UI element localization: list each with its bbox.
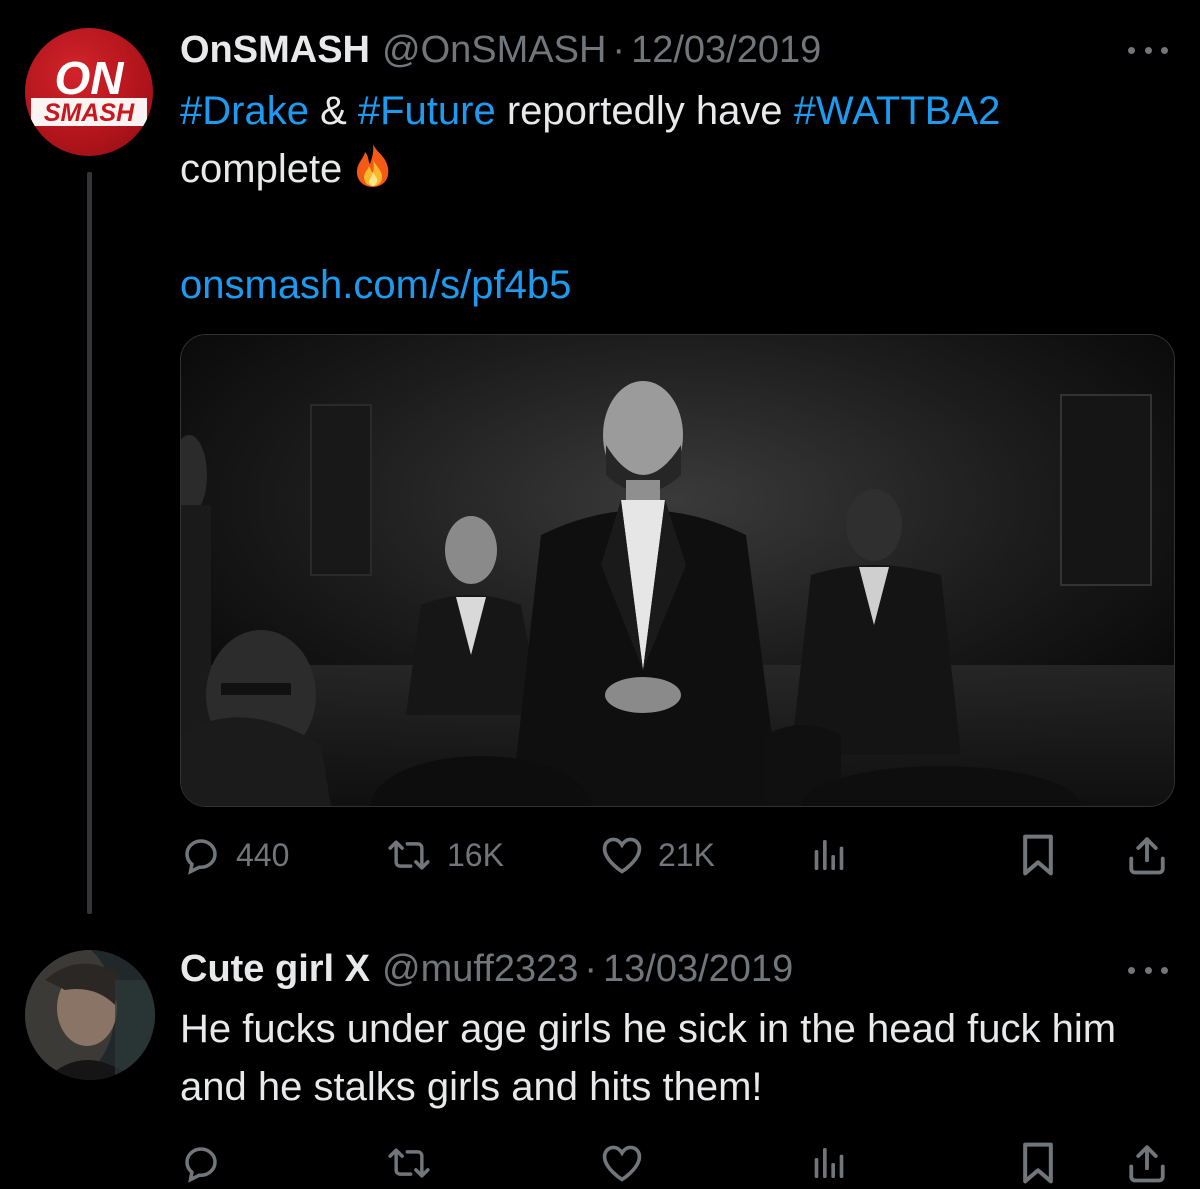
tweet-media-image[interactable] [180, 334, 1175, 807]
views-button[interactable] [808, 830, 848, 880]
reply-separator-dot: · [584, 947, 598, 990]
tweet-text: #Drake & #Future reportedly have #WATTBA… [180, 82, 1170, 204]
reply-bookmark-button[interactable] [1018, 1138, 1058, 1188]
views-icon [814, 1148, 844, 1178]
reply-button[interactable]: 440 [180, 830, 289, 880]
hashtag-future[interactable]: #Future [358, 89, 496, 133]
reply-action-bar [180, 1138, 1170, 1188]
tweet-date[interactable]: 12/03/2019 [631, 29, 821, 72]
thread-connector-line [87, 172, 92, 914]
like-button[interactable]: 21K [600, 830, 715, 880]
reply-icon [185, 839, 217, 875]
fire-emoji [352, 142, 394, 204]
reply-author-handle[interactable]: @muff2323 [382, 948, 578, 991]
retweet-icon [388, 1148, 430, 1178]
reply-author-name[interactable]: Cute girl X [180, 948, 370, 991]
tweet-header: OnSMASH @OnSMASH · 12/03/2019 [180, 25, 821, 75]
text-amp: & [308, 89, 358, 133]
avatar-logo-bottom: SMASH [44, 99, 135, 127]
separator-dot: · [612, 28, 626, 71]
reply-icon [185, 1147, 217, 1183]
share-icon [1129, 837, 1165, 875]
reply-reply-button[interactable] [180, 1138, 222, 1188]
bookmark-icon [1023, 834, 1053, 876]
reply-retweet-button[interactable] [385, 1138, 433, 1188]
like-icon [602, 1145, 642, 1182]
avatar-reply-author[interactable] [25, 950, 155, 1080]
like-icon [602, 837, 642, 874]
reply-like-button[interactable] [600, 1138, 644, 1188]
share-button[interactable] [1126, 830, 1168, 880]
avatar-onsmash[interactable]: ON SMASH [25, 28, 153, 156]
like-count: 21K [658, 836, 715, 873]
reply-text: He fucks under age girls he sick in the … [180, 1007, 1117, 1109]
author-name[interactable]: OnSMASH [180, 29, 370, 72]
hashtag-wattba2[interactable]: #WATTBA2 [794, 89, 1001, 133]
text-mid: reportedly have [495, 89, 794, 133]
share-icon [1129, 1145, 1165, 1183]
retweet-count: 16K [447, 836, 504, 873]
bookmark-button[interactable] [1018, 830, 1058, 880]
retweet-icon [388, 840, 430, 870]
tweet-link[interactable]: onsmash.com/s/pf4b5 [180, 256, 571, 314]
tweet-action-bar: 440 16K 21K [180, 830, 1170, 880]
more-icon[interactable] [1128, 44, 1168, 56]
reply-more-icon[interactable] [1128, 964, 1168, 976]
reply-count: 440 [236, 836, 290, 873]
reply-header: Cute girl X @muff2323 · 13/03/2019 [180, 943, 793, 995]
retweet-button[interactable]: 16K [385, 830, 504, 880]
avatar-logo-top: ON [55, 52, 125, 104]
reply-share-button[interactable] [1126, 1138, 1168, 1188]
bookmark-icon [1023, 1142, 1053, 1184]
views-icon [814, 840, 844, 870]
author-handle[interactable]: @OnSMASH [382, 29, 606, 72]
reply-date[interactable]: 13/03/2019 [603, 948, 793, 991]
hashtag-drake[interactable]: #Drake [180, 89, 309, 133]
text-complete: complete [180, 147, 343, 191]
reply-views-button[interactable] [808, 1138, 848, 1188]
